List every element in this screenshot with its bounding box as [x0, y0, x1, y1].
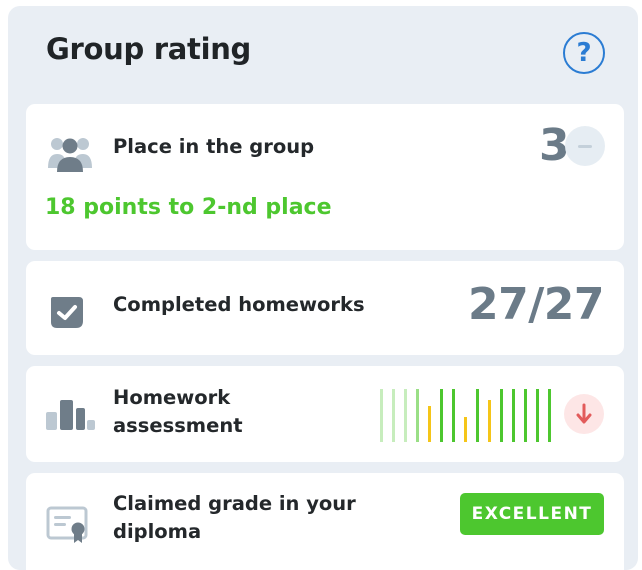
assessment-bar	[476, 389, 479, 442]
assessment-card: Homework assessment	[26, 366, 624, 462]
assessment-bar	[548, 389, 551, 442]
assessment-bar	[428, 406, 431, 442]
help-button[interactable]: ?	[563, 32, 605, 74]
assessment-bar	[404, 389, 407, 442]
assessment-bar	[500, 389, 503, 442]
homeworks-value: 27/27	[467, 279, 605, 330]
assessment-bar	[452, 389, 455, 442]
trend-down-icon	[564, 394, 604, 434]
assessment-bar	[392, 389, 395, 442]
diploma-label-line1: Claimed grade in your	[113, 492, 356, 515]
diploma-label-line2: diploma	[113, 520, 202, 543]
trend-neutral-icon	[565, 126, 605, 166]
assessment-bar	[416, 389, 419, 442]
grade-badge: EXCELLENT	[460, 493, 604, 535]
points-to-next-place: 18 points to 2-nd place	[45, 195, 332, 220]
homeworks-label: Completed homeworks	[113, 293, 365, 316]
certificate-icon	[46, 503, 92, 549]
checked-shield-icon	[46, 291, 88, 335]
diploma-label: Claimed grade in your diploma	[113, 490, 393, 546]
assessment-bar	[464, 417, 467, 442]
assessment-label-line2: assessment	[113, 414, 243, 437]
assessment-bar	[512, 389, 515, 442]
diploma-card: Claimed grade in your diploma EXCELLENT	[26, 473, 624, 570]
assessment-bar	[488, 400, 491, 442]
question-icon: ?	[576, 38, 592, 68]
assessment-label-line1: Homework	[113, 386, 231, 409]
panel-title: Group rating	[46, 32, 252, 66]
assessment-bar	[380, 389, 383, 442]
place-label: Place in the group	[113, 135, 315, 158]
group-rating-panel: Group rating ? Place in the group 3 18 p…	[8, 6, 638, 570]
bar-chart-icon	[46, 398, 96, 436]
assessment-bar	[536, 389, 539, 442]
homeworks-card: Completed homeworks 27/27	[26, 261, 624, 355]
assessment-label: Homework assessment	[113, 384, 293, 440]
place-card: Place in the group 3 18 points to 2-nd p…	[26, 104, 624, 250]
assessment-bar	[440, 389, 443, 442]
assessment-bars	[380, 389, 551, 442]
group-icon	[46, 134, 94, 178]
assessment-bar	[524, 389, 527, 442]
